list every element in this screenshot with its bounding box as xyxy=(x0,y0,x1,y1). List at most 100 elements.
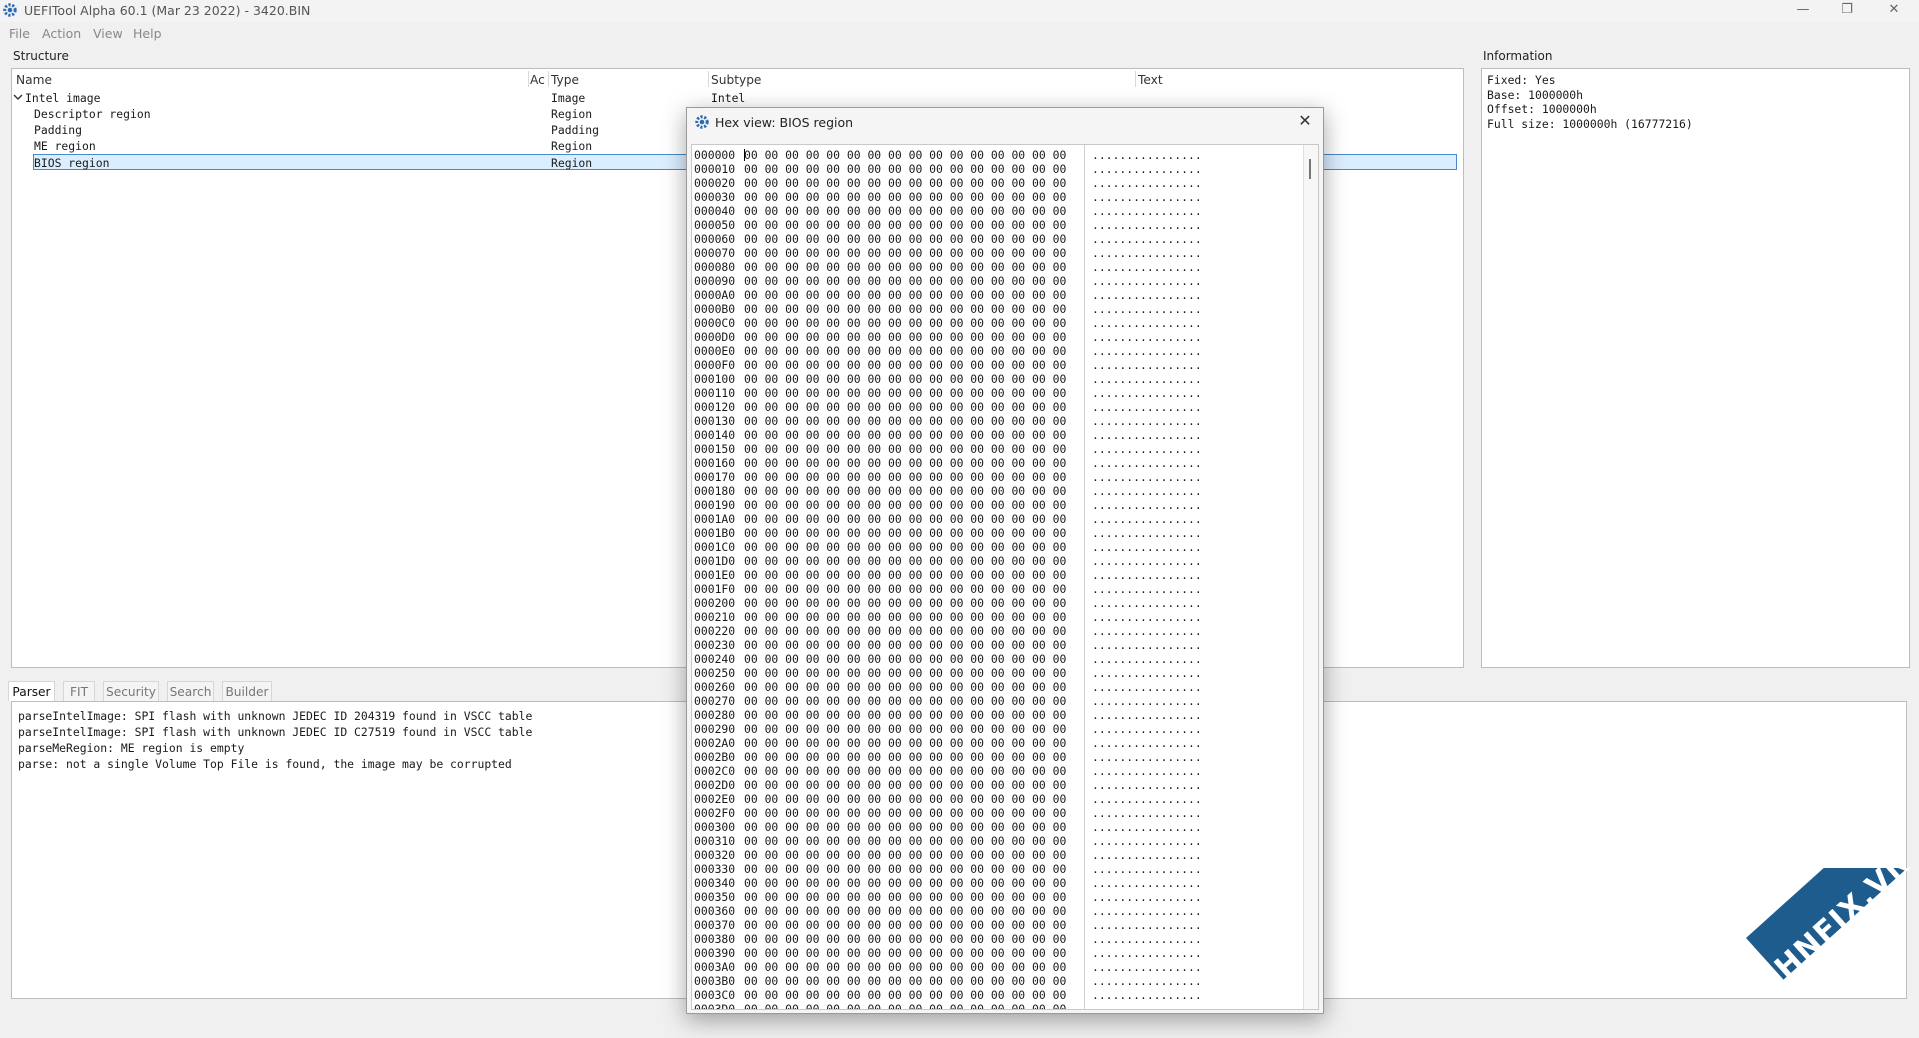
hex-bytes[interactable]: 00 00 00 00 00 00 00 00 00 00 00 00 00 0… xyxy=(744,218,1066,232)
tab-builder[interactable]: Builder xyxy=(222,681,272,701)
hex-bytes[interactable]: 00 00 00 00 00 00 00 00 00 00 00 00 00 0… xyxy=(744,358,1066,372)
hex-ascii: ................ xyxy=(1092,428,1202,442)
hex-bytes[interactable]: 00 00 00 00 00 00 00 00 00 00 00 00 00 0… xyxy=(744,400,1066,414)
hex-bytes[interactable]: 00 00 00 00 00 00 00 00 00 00 00 00 00 0… xyxy=(744,148,1066,162)
hex-bytes[interactable]: 00 00 00 00 00 00 00 00 00 00 00 00 00 0… xyxy=(744,554,1066,568)
column-separator[interactable] xyxy=(708,71,709,87)
hex-bytes[interactable]: 00 00 00 00 00 00 00 00 00 00 00 00 00 0… xyxy=(744,344,1066,358)
column-subtype[interactable]: Subtype xyxy=(711,73,761,87)
hex-bytes[interactable]: 00 00 00 00 00 00 00 00 00 00 00 00 00 0… xyxy=(744,624,1066,638)
menu-file[interactable]: File xyxy=(9,26,30,41)
close-button[interactable]: ✕ xyxy=(1872,0,1916,22)
maximize-button[interactable]: ❐ xyxy=(1825,0,1869,22)
hex-bytes[interactable]: 00 00 00 00 00 00 00 00 00 00 00 00 00 0… xyxy=(744,442,1066,456)
hex-bytes[interactable]: 00 00 00 00 00 00 00 00 00 00 00 00 00 0… xyxy=(744,526,1066,540)
hex-bytes[interactable]: 00 00 00 00 00 00 00 00 00 00 00 00 00 0… xyxy=(744,610,1066,624)
hex-ascii: ................ xyxy=(1092,512,1202,526)
hex-bytes[interactable]: 00 00 00 00 00 00 00 00 00 00 00 00 00 0… xyxy=(744,316,1066,330)
hex-bytes[interactable]: 00 00 00 00 00 00 00 00 00 00 00 00 00 0… xyxy=(744,568,1066,582)
hex-bytes[interactable]: 00 00 00 00 00 00 00 00 00 00 00 00 00 0… xyxy=(744,764,1066,778)
hex-bytes[interactable]: 00 00 00 00 00 00 00 00 00 00 00 00 00 0… xyxy=(744,876,1066,890)
hex-ascii: ................ xyxy=(1092,582,1202,596)
hex-ascii: ................ xyxy=(1092,372,1202,386)
hex-bytes[interactable]: 00 00 00 00 00 00 00 00 00 00 00 00 00 0… xyxy=(744,834,1066,848)
hex-bytes[interactable]: 00 00 00 00 00 00 00 00 00 00 00 00 00 0… xyxy=(744,246,1066,260)
hex-bytes[interactable]: 00 00 00 00 00 00 00 00 00 00 00 00 00 0… xyxy=(744,456,1066,470)
hex-bytes[interactable]: 00 00 00 00 00 00 00 00 00 00 00 00 00 0… xyxy=(744,792,1066,806)
watermark: HNFIX.VN xyxy=(1716,868,1919,1038)
hex-offset: 000030 xyxy=(694,190,736,204)
menu-view[interactable]: View xyxy=(93,26,123,41)
hex-bytes[interactable]: 00 00 00 00 00 00 00 00 00 00 00 00 00 0… xyxy=(744,750,1066,764)
hex-bytes[interactable]: 00 00 00 00 00 00 00 00 00 00 00 00 00 0… xyxy=(744,540,1066,554)
hex-bytes[interactable]: 00 00 00 00 00 00 00 00 00 00 00 00 00 0… xyxy=(744,204,1066,218)
hex-bytes[interactable]: 00 00 00 00 00 00 00 00 00 00 00 00 00 0… xyxy=(744,330,1066,344)
hex-bytes[interactable]: 00 00 00 00 00 00 00 00 00 00 00 00 00 0… xyxy=(744,652,1066,666)
hex-bytes[interactable]: 00 00 00 00 00 00 00 00 00 00 00 00 00 0… xyxy=(744,176,1066,190)
column-action[interactable]: Ac xyxy=(530,73,545,87)
minimize-button[interactable]: — xyxy=(1781,0,1825,22)
hex-bytes[interactable]: 00 00 00 00 00 00 00 00 00 00 00 00 00 0… xyxy=(744,428,1066,442)
dialog-close-button[interactable]: ✕ xyxy=(1295,111,1315,131)
hex-bytes[interactable]: 00 00 00 00 00 00 00 00 00 00 00 00 00 0… xyxy=(744,918,1066,932)
hex-bytes[interactable]: 00 00 00 00 00 00 00 00 00 00 00 00 00 0… xyxy=(744,638,1066,652)
hex-bytes[interactable]: 00 00 00 00 00 00 00 00 00 00 00 00 00 0… xyxy=(744,302,1066,316)
column-type[interactable]: Type xyxy=(551,73,579,87)
hex-bytes[interactable]: 00 00 00 00 00 00 00 00 00 00 00 00 00 0… xyxy=(744,470,1066,484)
hex-bytes[interactable]: 00 00 00 00 00 00 00 00 00 00 00 00 00 0… xyxy=(744,288,1066,302)
tab-search[interactable]: Search xyxy=(167,681,214,701)
hex-bytes[interactable]: 00 00 00 00 00 00 00 00 00 00 00 00 00 0… xyxy=(744,274,1066,288)
hex-bytes[interactable]: 00 00 00 00 00 00 00 00 00 00 00 00 00 0… xyxy=(744,512,1066,526)
menu-help[interactable]: Help xyxy=(133,26,162,41)
column-name[interactable]: Name xyxy=(16,73,52,87)
hex-bytes[interactable]: 00 00 00 00 00 00 00 00 00 00 00 00 00 0… xyxy=(744,386,1066,400)
hex-bytes[interactable]: 00 00 00 00 00 00 00 00 00 00 00 00 00 0… xyxy=(744,960,1066,974)
hex-bytes[interactable]: 00 00 00 00 00 00 00 00 00 00 00 00 00 0… xyxy=(744,708,1066,722)
hex-bytes[interactable]: 00 00 00 00 00 00 00 00 00 00 00 00 00 0… xyxy=(744,932,1066,946)
menu-action[interactable]: Action xyxy=(42,26,81,41)
column-text[interactable]: Text xyxy=(1138,73,1163,87)
column-separator[interactable] xyxy=(1135,71,1136,87)
hex-bytes[interactable]: 00 00 00 00 00 00 00 00 00 00 00 00 00 0… xyxy=(744,722,1066,736)
hex-bytes[interactable]: 00 00 00 00 00 00 00 00 00 00 00 00 00 0… xyxy=(744,162,1066,176)
hex-bytes[interactable]: 00 00 00 00 00 00 00 00 00 00 00 00 00 0… xyxy=(744,680,1066,694)
hex-bytes[interactable]: 00 00 00 00 00 00 00 00 00 00 00 00 00 0… xyxy=(744,848,1066,862)
hex-bytes[interactable]: 00 00 00 00 00 00 00 00 00 00 00 00 00 0… xyxy=(744,778,1066,792)
hex-bytes[interactable]: 00 00 00 00 00 00 00 00 00 00 00 00 00 0… xyxy=(744,694,1066,708)
hex-bytes[interactable]: 00 00 00 00 00 00 00 00 00 00 00 00 00 0… xyxy=(744,1002,1066,1009)
hex-bytes[interactable]: 00 00 00 00 00 00 00 00 00 00 00 00 00 0… xyxy=(744,414,1066,428)
hex-bytes[interactable]: 00 00 00 00 00 00 00 00 00 00 00 00 00 0… xyxy=(744,736,1066,750)
hex-bytes[interactable]: 00 00 00 00 00 00 00 00 00 00 00 00 00 0… xyxy=(744,596,1066,610)
hex-bytes[interactable]: 00 00 00 00 00 00 00 00 00 00 00 00 00 0… xyxy=(744,974,1066,988)
hex-content[interactable]: 000000 00 00 00 00 00 00 00 00 00 00 00 0… xyxy=(691,144,1319,1010)
hex-scrollbar[interactable] xyxy=(1303,145,1318,1009)
tree-item-name: Intel image xyxy=(25,91,101,105)
hex-bytes[interactable]: 00 00 00 00 00 00 00 00 00 00 00 00 00 0… xyxy=(744,666,1066,680)
hex-bytes[interactable]: 00 00 00 00 00 00 00 00 00 00 00 00 00 0… xyxy=(744,484,1066,498)
hex-scrollbar-thumb[interactable] xyxy=(1309,159,1311,179)
hex-bytes[interactable]: 00 00 00 00 00 00 00 00 00 00 00 00 00 0… xyxy=(744,904,1066,918)
hex-bytes[interactable]: 00 00 00 00 00 00 00 00 00 00 00 00 00 0… xyxy=(744,372,1066,386)
column-separator[interactable] xyxy=(548,71,549,87)
hex-bytes[interactable]: 00 00 00 00 00 00 00 00 00 00 00 00 00 0… xyxy=(744,806,1066,820)
hex-ascii: ................ xyxy=(1092,484,1202,498)
hex-bytes[interactable]: 00 00 00 00 00 00 00 00 00 00 00 00 00 0… xyxy=(744,820,1066,834)
hex-bytes[interactable]: 00 00 00 00 00 00 00 00 00 00 00 00 00 0… xyxy=(744,498,1066,512)
hex-bytes[interactable]: 00 00 00 00 00 00 00 00 00 00 00 00 00 0… xyxy=(744,190,1066,204)
hex-bytes[interactable]: 00 00 00 00 00 00 00 00 00 00 00 00 00 0… xyxy=(744,946,1066,960)
column-separator[interactable] xyxy=(528,71,529,87)
hex-offset: 000060 xyxy=(694,232,736,246)
tab-parser[interactable]: Parser xyxy=(8,681,55,701)
hex-ascii: ................ xyxy=(1092,260,1202,274)
tree-row-intel-image[interactable]: Intel image Image Intel xyxy=(12,90,1463,106)
tab-security[interactable]: Security xyxy=(103,681,159,701)
tab-fit[interactable]: FIT xyxy=(63,681,95,701)
hex-bytes[interactable]: 00 00 00 00 00 00 00 00 00 00 00 00 00 0… xyxy=(744,890,1066,904)
hex-bytes[interactable]: 00 00 00 00 00 00 00 00 00 00 00 00 00 0… xyxy=(744,232,1066,246)
chevron-down-icon[interactable] xyxy=(13,92,23,102)
hex-bytes[interactable]: 00 00 00 00 00 00 00 00 00 00 00 00 00 0… xyxy=(744,988,1066,1002)
hex-bytes[interactable]: 00 00 00 00 00 00 00 00 00 00 00 00 00 0… xyxy=(744,862,1066,876)
hex-bytes[interactable]: 00 00 00 00 00 00 00 00 00 00 00 00 00 0… xyxy=(744,582,1066,596)
hex-ascii: ................ xyxy=(1092,554,1202,568)
hex-bytes[interactable]: 00 00 00 00 00 00 00 00 00 00 00 00 00 0… xyxy=(744,260,1066,274)
